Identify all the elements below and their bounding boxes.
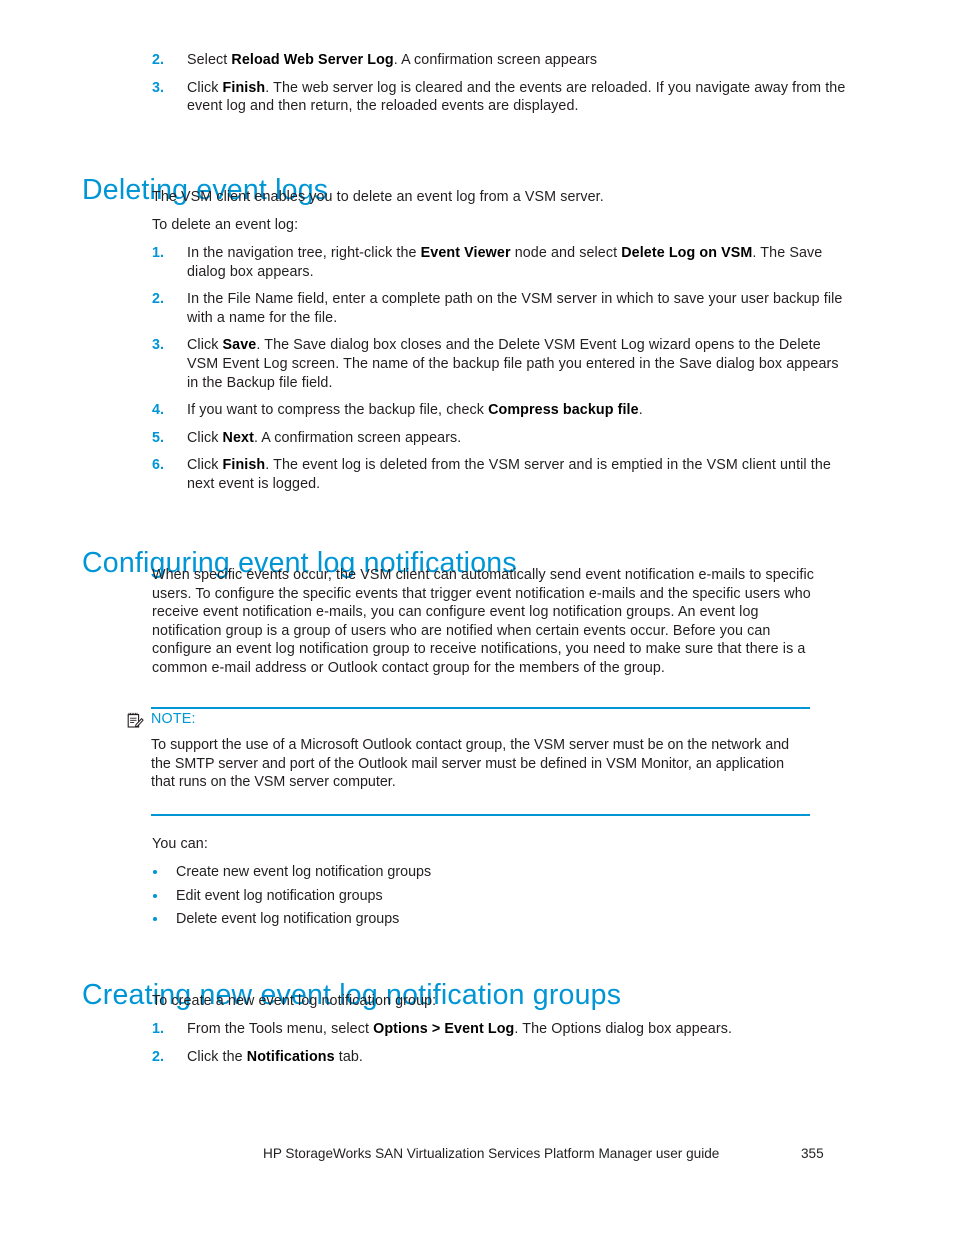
capabilities-bullet-list: Create new event log notification groups… xyxy=(0,863,954,934)
list-item: 1. From the Tools menu, select Options >… xyxy=(0,1020,954,1039)
list-item-number: 6. xyxy=(152,457,164,474)
note-box: NOTE: To support the use of a Microsoft … xyxy=(0,703,954,818)
list-item-text: Click Finish. The event log is deleted f… xyxy=(187,457,831,492)
list-item-text: Click Next. A confirmation screen appear… xyxy=(187,429,462,446)
list-item: Delete event log notification groups xyxy=(0,910,954,929)
footer-page-number: 355 xyxy=(801,1146,824,1161)
list-item-text: In the File Name field, enter a complete… xyxy=(187,291,843,326)
deleting-intro-paragraph: The VSM client enables you to delete an … xyxy=(152,189,604,205)
list-item: 2. In the File Name field, enter a compl… xyxy=(0,290,954,327)
list-item-text: From the Tools menu, select Options > Ev… xyxy=(187,1021,733,1037)
footer-title: HP StorageWorks SAN Virtualization Servi… xyxy=(263,1146,720,1161)
list-item-text: Click Save. The Save dialog box closes a… xyxy=(187,337,839,391)
list-item-number: 2. xyxy=(152,52,164,68)
list-item: 3. Click Save. The Save dialog box close… xyxy=(0,336,954,392)
list-item-text: If you want to compress the backup file,… xyxy=(187,402,643,419)
list-item: 5. Click Next. A confirmation screen app… xyxy=(0,429,954,448)
bullet-icon xyxy=(153,917,157,922)
note-label: NOTE: xyxy=(151,711,196,727)
list-item: 3. Click Finish. The web server log is c… xyxy=(0,79,954,116)
list-item-text: Select Reload Web Server Log. A confirma… xyxy=(187,52,598,68)
list-item-text: Click Finish. The web server log is clea… xyxy=(187,79,846,115)
top-steps-list: 2. Select Reload Web Server Log. A confi… xyxy=(0,51,954,125)
list-item-text: Click the Notifications tab. xyxy=(187,1048,364,1065)
list-item: 1. In the navigation tree, right-click t… xyxy=(0,244,954,281)
list-item: 4. If you want to compress the backup fi… xyxy=(0,401,954,420)
list-item: 2. Click the Notifications tab. xyxy=(0,1048,954,1067)
list-item: Create new event log notification groups xyxy=(0,863,954,882)
note-top-divider xyxy=(151,707,810,709)
page-footer: HP StorageWorks SAN Virtualization Servi… xyxy=(0,1145,954,1165)
list-item-number: 2. xyxy=(152,291,164,308)
list-item-text: In the navigation tree, right-click the … xyxy=(187,245,823,280)
list-item-number: 3. xyxy=(152,337,164,354)
list-item-number: 1. xyxy=(152,1021,164,1037)
bullet-icon xyxy=(153,870,157,874)
note-pencil-icon xyxy=(127,712,144,729)
note-bottom-divider xyxy=(151,814,810,816)
list-item-text: Create new event log notification groups xyxy=(176,864,432,880)
list-item-number: 1. xyxy=(152,245,164,261)
list-item-number: 5. xyxy=(152,429,164,446)
deleting-lead-in: To delete an event log: xyxy=(152,217,299,233)
list-item: 2. Select Reload Web Server Log. A confi… xyxy=(0,51,954,70)
list-item: Edit event log notification groups xyxy=(0,887,954,906)
bullet-icon xyxy=(153,893,157,898)
document-page: 2. Select Reload Web Server Log. A confi… xyxy=(0,0,954,1235)
creating-lead-in: To create a new event log notification g… xyxy=(152,993,437,1009)
list-item-number: 2. xyxy=(152,1048,164,1065)
list-item: 6. Click Finish. The event log is delete… xyxy=(0,456,954,493)
note-text: To support the use of a Microsoft Outloo… xyxy=(151,737,790,791)
you-can-label: You can: xyxy=(152,836,208,852)
list-item-text: Delete event log notification groups xyxy=(176,911,400,928)
list-item-number: 3. xyxy=(152,79,164,96)
deleting-steps-list: 1. In the navigation tree, right-click t… xyxy=(0,244,954,503)
configuring-paragraph: When specific events occur, the VSM clie… xyxy=(152,567,815,676)
list-item-text: Edit event log notification groups xyxy=(176,887,383,904)
creating-steps-list: 1. From the Tools menu, select Options >… xyxy=(0,1020,954,1075)
list-item-number: 4. xyxy=(152,402,164,419)
